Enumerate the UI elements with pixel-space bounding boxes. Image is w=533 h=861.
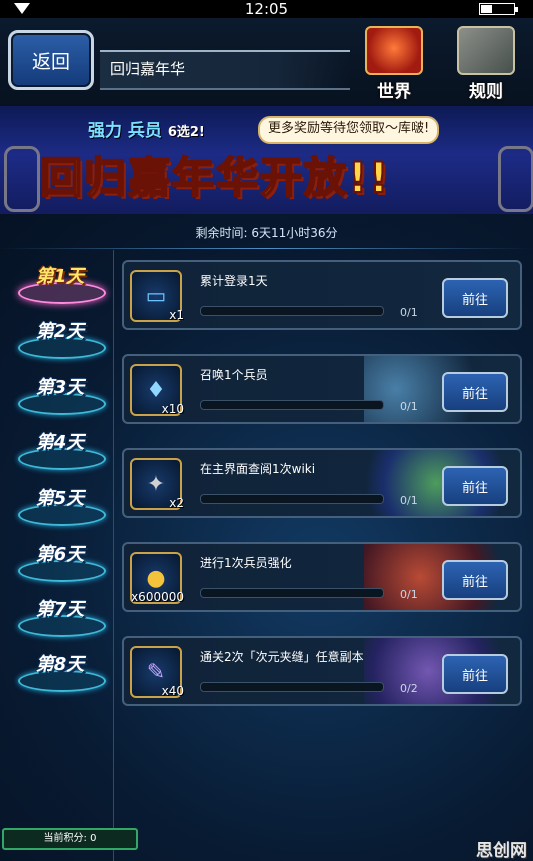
clock: 12:05 (244, 0, 289, 18)
world-icon (365, 26, 423, 75)
task-name: 在主界面查阅1次wiki (200, 462, 316, 476)
go-button[interactable]: 前往 (442, 278, 508, 318)
day-label: 第4天 (35, 432, 85, 453)
day-label: 第2天 (35, 321, 85, 342)
progress-bar (200, 494, 384, 504)
banner-subtitle-a: 强力 (88, 121, 122, 141)
progress-text: 0/2 (400, 682, 418, 695)
tab-day-3[interactable]: 第3天 (10, 371, 110, 415)
tab-day-2[interactable]: 第2天 (10, 315, 110, 359)
tab-day-4[interactable]: 第4天 (10, 426, 110, 470)
chain-icon (4, 146, 40, 212)
reward-qty: x40 (161, 684, 184, 698)
tab-day-5[interactable]: 第5天 (10, 482, 110, 526)
progress-bar (200, 588, 384, 598)
progress-bar (200, 306, 384, 316)
tab-day-8[interactable]: 第8天 (10, 648, 110, 692)
banner-subtitle-c: 6选2! (167, 125, 205, 140)
page-title-plate: 回归嘉年华 (100, 50, 350, 90)
day-label: 第5天 (35, 488, 85, 509)
day-label: 第1天 (35, 266, 85, 287)
task-name: 进行1次兵员强化 (200, 556, 292, 570)
chain-icon (498, 146, 533, 212)
progress-text: 0/1 (400, 306, 418, 319)
task-row: ● x600000 进行1次兵员强化 0/1 前往 (122, 542, 522, 612)
remaining-time: 剩余时间: 6天11小时36分 (195, 226, 338, 240)
day-label: 第6天 (35, 544, 85, 565)
task-row: ▭ x1 累计登录1天 0/1 前往 (122, 260, 522, 330)
rules-button[interactable]: 规则 (452, 26, 520, 102)
task-row: ♦ x10 召唤1个兵员 0/1 前往 (122, 354, 522, 424)
divider (113, 250, 114, 861)
progress-bar (200, 682, 384, 692)
divider (0, 248, 533, 249)
tab-day-6[interactable]: 第6天 (10, 538, 110, 582)
banner-subtitle-b: 兵员 (127, 121, 162, 141)
rules-book-icon (457, 26, 515, 75)
task-row: ✎ x40 通关2次「次元夹缝」任意副本 0/2 前往 (122, 636, 522, 706)
banner-callout: 更多奖励等待您领取～库啵! (258, 116, 440, 144)
world-button[interactable]: 世界 (360, 26, 428, 102)
back-button[interactable]: 返回 (8, 30, 94, 90)
task-name: 召唤1个兵员 (200, 368, 268, 382)
day-label: 第8天 (35, 654, 85, 675)
task-row: ✦ x2 在主界面查阅1次wiki 0/1 前往 (122, 448, 522, 518)
task-name: 通关2次「次元夹缝」任意副本 (200, 650, 364, 664)
reward-qty: x10 (161, 402, 184, 416)
watermark: 思创网 (476, 841, 527, 861)
go-button[interactable]: 前往 (442, 560, 508, 600)
day-label: 第7天 (35, 599, 85, 620)
rules-label: 规则 (469, 82, 503, 102)
reward-qty: x600000 (131, 590, 184, 604)
header-bar: 返回 回归嘉年华 世界 规则 (0, 18, 533, 106)
reward-qty: x2 (169, 496, 184, 510)
progress-text: 0/1 (400, 400, 418, 413)
status-bar: 12:05 (0, 0, 533, 18)
go-button[interactable]: 前往 (442, 466, 508, 506)
tab-day-7[interactable]: 第7天 (10, 593, 110, 637)
go-button[interactable]: 前往 (442, 372, 508, 412)
day-label: 第3天 (35, 377, 85, 398)
progress-bar (200, 400, 384, 410)
progress-text: 0/1 (400, 588, 418, 601)
page-title: 回归嘉年华 (110, 60, 186, 78)
banner-subtitle: 强力 兵员 6选2! (88, 116, 205, 141)
world-label: 世界 (377, 82, 411, 102)
current-score: 当前积分: 0 (2, 828, 138, 850)
reward-qty: x1 (169, 308, 184, 322)
tab-day-1[interactable]: 第1天 (10, 260, 110, 304)
task-name: 累计登录1天 (200, 274, 268, 288)
go-button[interactable]: 前往 (442, 654, 508, 694)
progress-text: 0/1 (400, 494, 418, 507)
banner-headline: 回归嘉年华开放!! (39, 152, 391, 203)
battery-icon (479, 3, 518, 15)
event-banner: 强力 兵员 6选2! 更多奖励等待您领取～库啵! 回归嘉年华开放!! (0, 106, 533, 214)
